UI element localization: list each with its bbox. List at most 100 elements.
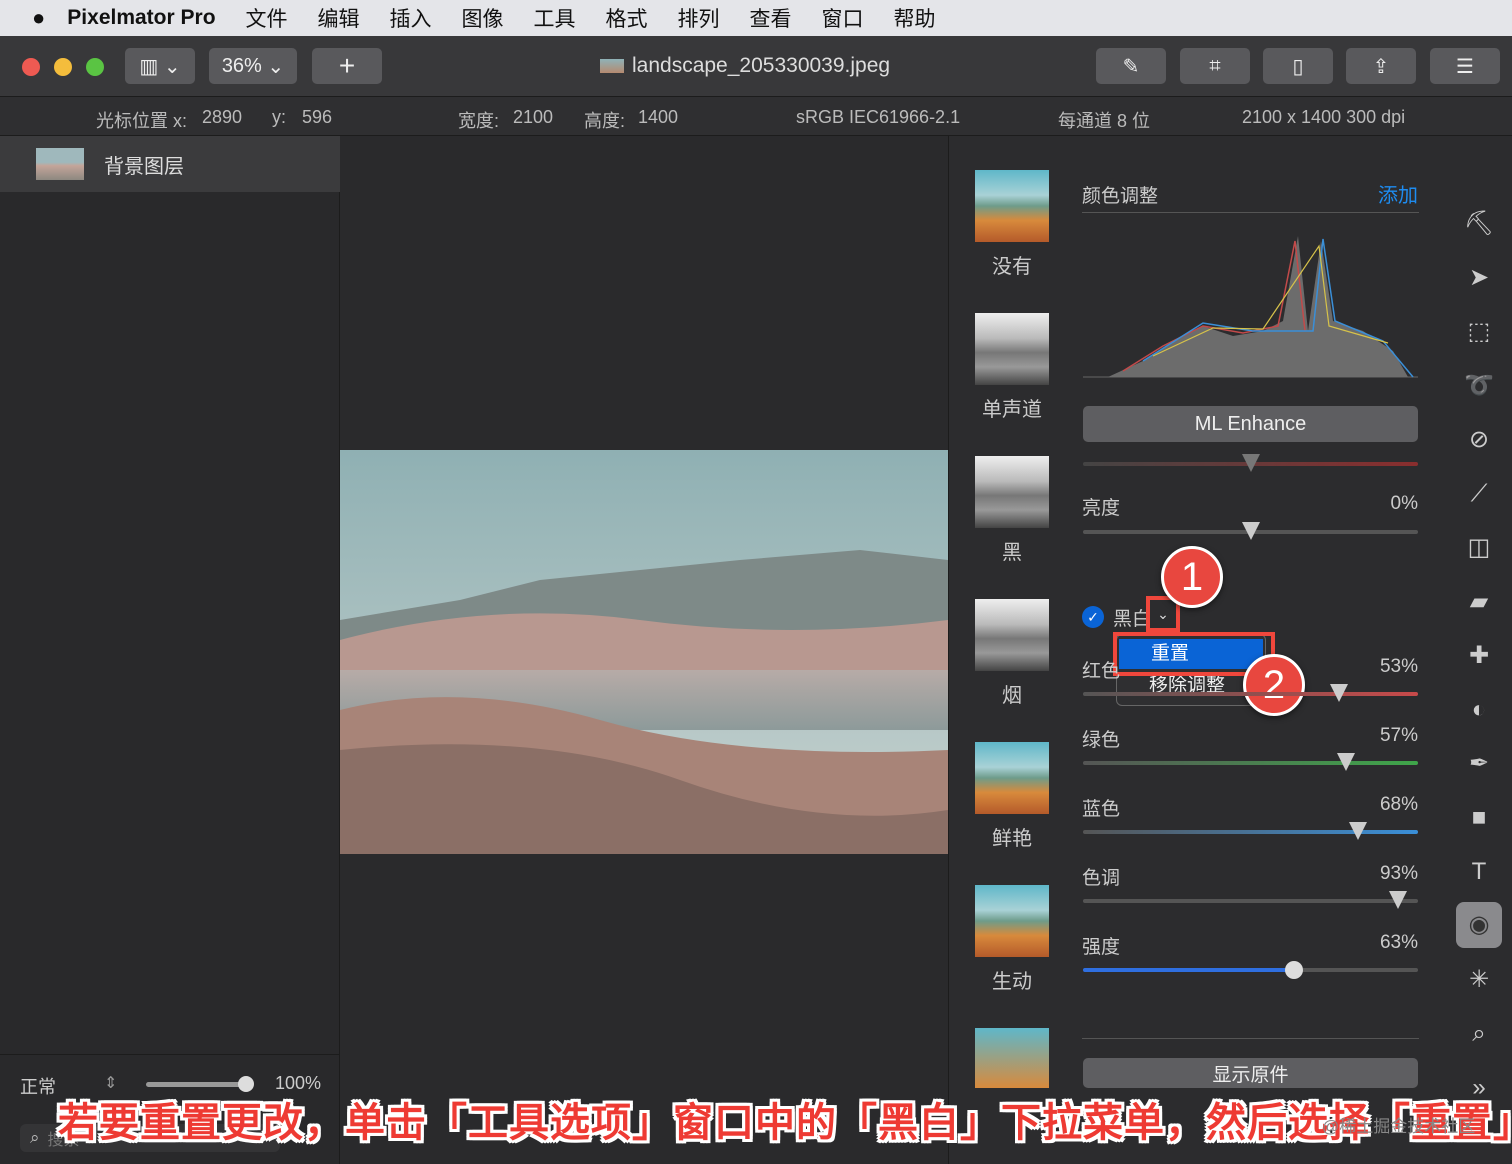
add-adjustment-link[interactable]: 添加: [1378, 179, 1418, 208]
zoom-window-button[interactable]: [86, 58, 104, 76]
resolution: 2100 x 1400 300 dpi: [1242, 107, 1406, 127]
zoom-icon[interactable]: ⌕: [1463, 1018, 1495, 1050]
preset-item[interactable]: 生动: [975, 885, 1049, 994]
slider-label: 色调: [1082, 868, 1121, 889]
preset-label: 黑: [1002, 542, 1022, 564]
menu-item[interactable]: 窗口: [822, 3, 864, 33]
dodge-icon[interactable]: ◐: [1463, 694, 1495, 726]
preset-label: 单声道: [982, 399, 1042, 421]
paint-bucket-icon[interactable]: ⛏: [1463, 208, 1495, 240]
presets-panel: 没有单声道黑烟鲜艳生动: [948, 136, 1073, 1164]
slider-knob[interactable]: [1285, 961, 1304, 979]
preset-thumbnail: [975, 1028, 1049, 1088]
bandage-icon[interactable]: ✚: [1463, 640, 1495, 672]
preset-item[interactable]: [975, 1028, 1049, 1096]
divider: [0, 1054, 340, 1055]
tools-panel: ⛏ ➤ ⬚ ➰ ⊘ ⟋ ◫ ▰ ✚ ◐ ✒ ■ T ◉ ✳ ⌕»: [1445, 136, 1512, 1164]
preset-item[interactable]: 黑: [975, 456, 1049, 565]
step-badge-1: 1: [1161, 546, 1223, 608]
window-title: landscape_205330039.jpeg: [600, 54, 890, 78]
brightness-slider[interactable]: [1083, 522, 1418, 540]
slider-knob[interactable]: [1241, 522, 1260, 540]
lasso-icon[interactable]: ➰: [1463, 370, 1495, 402]
slider-label: 强度: [1082, 937, 1121, 958]
menu-item[interactable]: 查看: [750, 3, 792, 33]
slider-value: 68%: [1379, 794, 1418, 815]
slider-value: 93%: [1379, 863, 1418, 884]
effects-icon[interactable]: ✳: [1463, 964, 1495, 996]
brightness-value: 0%: [1390, 493, 1418, 514]
preset-item[interactable]: 烟: [975, 599, 1049, 708]
menu-item[interactable]: 文件: [246, 3, 288, 33]
color-profile: sRGB IEC61966-2.1: [796, 107, 961, 127]
slider-knob[interactable]: [1330, 684, 1349, 702]
color-adjust-icon[interactable]: ◉: [1456, 902, 1502, 948]
menu-app[interactable]: Pixelmator Pro: [67, 6, 215, 30]
divider: [1082, 212, 1419, 213]
canvas[interactable]: [340, 136, 948, 1164]
preset-label: 烟: [1002, 685, 1022, 707]
height-label: 高度:: [584, 111, 626, 131]
blend-mode-select[interactable]: 正常: [20, 1073, 56, 1099]
slider-knob[interactable]: [1388, 891, 1407, 909]
menu-item[interactable]: 帮助: [894, 3, 936, 33]
sidebar-toggle-button[interactable]: ▥ ⌄: [125, 48, 195, 84]
menu-item[interactable]: 工具: [534, 3, 576, 33]
zoom-select[interactable]: 36% ⌄: [209, 48, 297, 84]
preset-item[interactable]: 单声道: [975, 313, 1049, 422]
tool-options-button[interactable]: ☰: [1430, 48, 1500, 84]
adjustment-slider[interactable]: [1083, 822, 1418, 840]
preset-item[interactable]: 鲜艳: [975, 742, 1049, 851]
landscape-image[interactable]: [340, 450, 948, 854]
cursor-y-label: y:: [272, 107, 287, 127]
minimize-button[interactable]: [54, 58, 72, 76]
adjustment-slider[interactable]: [1083, 684, 1418, 702]
arrow-icon[interactable]: ➤: [1463, 262, 1495, 294]
preset-item[interactable]: 没有: [975, 170, 1049, 279]
shape-icon[interactable]: ■: [1463, 802, 1495, 834]
apple-icon[interactable]: ●: [32, 5, 45, 31]
color-picker-icon[interactable]: ⊘: [1463, 424, 1495, 456]
brush-icon[interactable]: ⟋: [1463, 478, 1495, 510]
slider-knob[interactable]: [1336, 753, 1355, 771]
menu-item[interactable]: 格式: [606, 3, 648, 33]
add-button[interactable]: +: [312, 48, 382, 84]
slider-knob[interactable]: [1241, 454, 1260, 472]
preset-label: 没有: [992, 256, 1032, 278]
layer-item[interactable]: 背景图层: [0, 136, 340, 192]
opacity-slider[interactable]: [146, 1076, 254, 1092]
eraser-icon[interactable]: ▰: [1463, 586, 1495, 618]
cursor-y: 596: [302, 107, 333, 127]
crop-button[interactable]: ⌗: [1180, 48, 1250, 84]
share-button[interactable]: ⇪: [1346, 48, 1416, 84]
slider-knob[interactable]: [1348, 822, 1367, 840]
sidebar-icon: ▥ ⌄: [139, 55, 181, 78]
text-icon[interactable]: T: [1463, 856, 1495, 888]
ml-enhance-button[interactable]: ML Enhance: [1083, 406, 1418, 442]
preset-thumbnail: [975, 456, 1049, 528]
retouch-button[interactable]: ✎: [1096, 48, 1166, 84]
ml-enhance-slider[interactable]: [1083, 454, 1418, 472]
bw-enabled-checkbox[interactable]: ✓: [1082, 606, 1104, 628]
menu-item[interactable]: 插入: [390, 3, 432, 33]
menu-item[interactable]: 排列: [678, 3, 720, 33]
menu-item[interactable]: 编辑: [318, 3, 360, 33]
close-button[interactable]: [22, 58, 40, 76]
menu-item[interactable]: 图像: [462, 3, 504, 33]
adjustment-slider[interactable]: [1083, 961, 1418, 979]
search-icon: ⌕: [30, 1128, 40, 1147]
slider-value: 57%: [1379, 725, 1418, 746]
histogram: [1083, 236, 1418, 378]
bit-depth: 每通道 8 位: [1058, 111, 1151, 131]
adjustment-slider[interactable]: [1083, 891, 1418, 909]
watermark: @稀土掘金技术社区: [1322, 1117, 1476, 1136]
divider: [1082, 1038, 1419, 1039]
show-original-button[interactable]: 显示原件: [1083, 1058, 1418, 1088]
pen-icon[interactable]: ✒: [1463, 748, 1495, 780]
document-button[interactable]: ▯: [1263, 48, 1333, 84]
bucket-icon[interactable]: ◫: [1463, 532, 1495, 564]
adjustment-slider[interactable]: [1083, 753, 1418, 771]
rect-select-icon[interactable]: ⬚: [1463, 316, 1495, 348]
slider-value: 53%: [1379, 656, 1418, 677]
preset-thumbnail: [975, 742, 1049, 814]
